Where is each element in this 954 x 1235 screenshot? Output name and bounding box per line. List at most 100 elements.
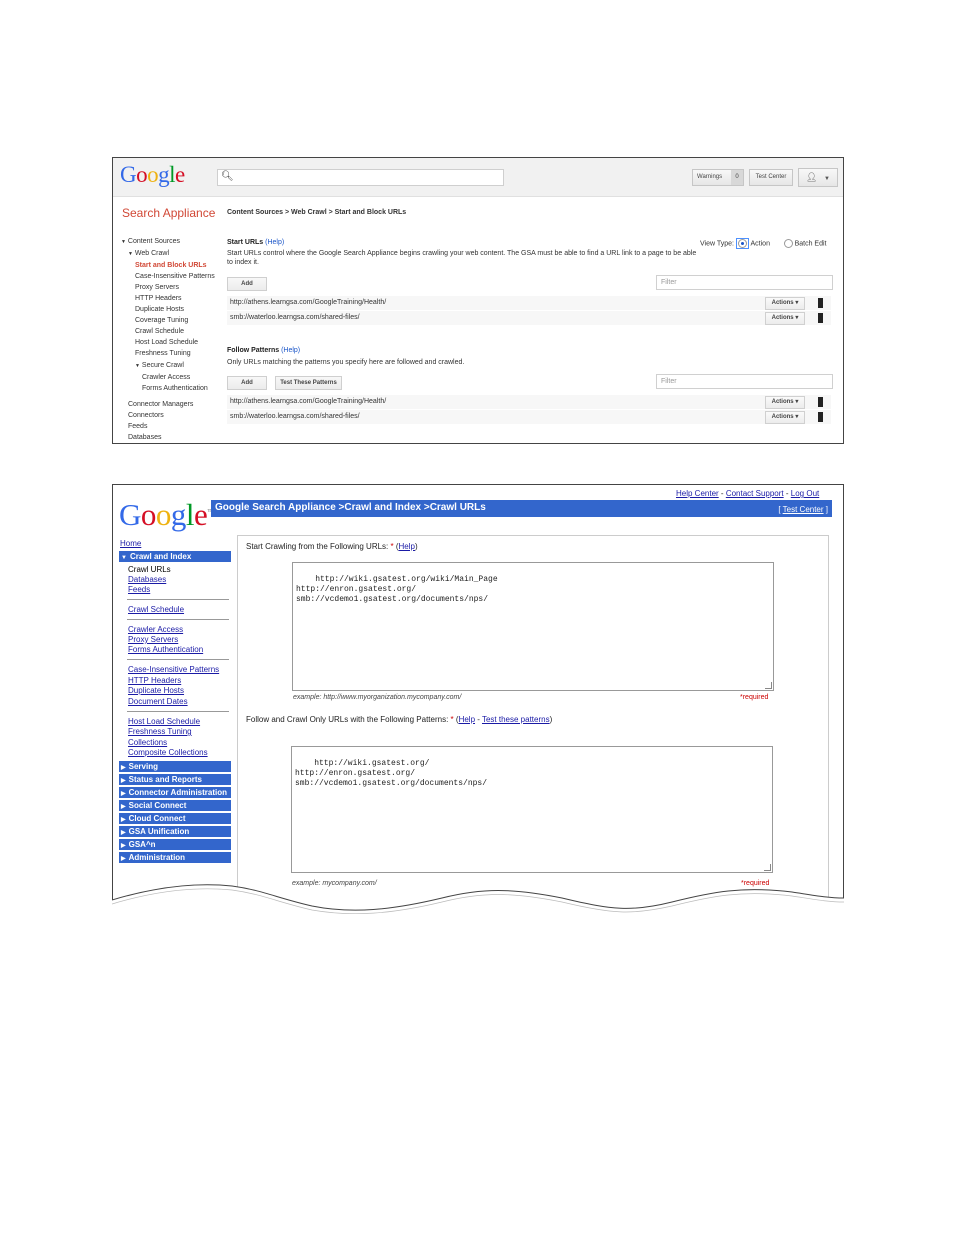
resize-grip-icon[interactable] <box>764 864 771 871</box>
sidebar-item-duplicate-hosts[interactable]: Duplicate Hosts <box>128 686 184 695</box>
follow-patterns-textarea[interactable]: http://wiki.gsatest.org/ http://enron.gs… <box>291 746 773 873</box>
row-url[interactable]: smb://waterloo.learngsa.com/shared-files… <box>230 314 360 321</box>
chevron-down-icon: ▼ <box>824 176 830 182</box>
test-patterns-button[interactable]: Test These Patterns <box>275 376 342 390</box>
test-center-button[interactable]: Test Center <box>749 169 793 186</box>
row-url[interactable]: http://athens.learngsa.com/GoogleTrainin… <box>230 398 386 405</box>
link-separator: - <box>720 489 724 498</box>
sidebar-item-crawl-schedule[interactable]: Crawl Schedule <box>135 328 184 335</box>
trash-icon[interactable] <box>818 313 823 323</box>
warnings-button[interactable]: Warnings 0 <box>692 169 744 186</box>
help-center-link[interactable]: Help Center <box>676 489 719 498</box>
actions-dropdown[interactable]: Actions ▾ <box>765 411 805 424</box>
actions-dropdown[interactable]: Actions ▾ <box>765 396 805 409</box>
sidebar-item-forms-auth[interactable]: Forms Authentication <box>128 645 203 654</box>
sidebar-item-http-headers[interactable]: HTTP Headers <box>135 295 182 302</box>
test-center-link[interactable]: Test Center <box>783 505 824 514</box>
sidebar-section-social-connect[interactable]: ▶ Social Connect <box>119 800 231 811</box>
search-input[interactable]: 🔍︎ <box>217 169 504 186</box>
start-urls-add-button[interactable]: Add <box>227 277 267 291</box>
sidebar-item-connector-managers[interactable]: Connector Managers <box>128 401 193 408</box>
actions-dropdown[interactable]: Actions ▾ <box>765 312 805 325</box>
sidebar-section-serving[interactable]: ▶ Serving <box>119 761 231 772</box>
chevron-down-icon: ▼ <box>121 555 127 561</box>
sidebar-item-proxy-servers[interactable]: Proxy Servers <box>135 284 179 291</box>
trash-icon[interactable] <box>818 412 823 422</box>
sidebar-item-crawler-access[interactable]: Crawler Access <box>128 625 183 634</box>
sidebar-section-status-reports[interactable]: ▶ Status and Reports <box>119 774 231 785</box>
sidebar-item-freshness[interactable]: Freshness Tuning <box>135 350 191 357</box>
sidebar-section-crawl-index[interactable]: ▼ Crawl and Index <box>119 551 231 562</box>
required-star: * <box>390 542 394 551</box>
sidebar-item-databases[interactable]: Databases <box>128 434 161 441</box>
top-links: Help Center - Contact Support - Log Out <box>676 489 819 498</box>
trash-icon[interactable] <box>818 397 823 407</box>
trash-icon[interactable] <box>818 298 823 308</box>
action-radio[interactable] <box>737 239 747 248</box>
row-url[interactable]: http://athens.learngsa.com/GoogleTrainin… <box>230 299 386 306</box>
actions-dropdown[interactable]: Actions ▾ <box>765 297 805 310</box>
sidebar-item-start-block-urls[interactable]: Start and Block URLs <box>135 262 207 269</box>
sidebar-item-case-insensitive[interactable]: Case-Insensitive Patterns <box>128 665 219 674</box>
sidebar-item-crawl-urls[interactable]: Crawl URLs <box>128 565 171 574</box>
sidebar-item-duplicate-hosts[interactable]: Duplicate Hosts <box>135 306 184 313</box>
sidebar-item-forms-auth[interactable]: Forms Authentication <box>142 385 208 392</box>
contact-support-link[interactable]: Contact Support <box>726 489 784 498</box>
start-urls-textarea[interactable]: http://wiki.gsatest.org/wiki/Main_Page h… <box>292 562 774 691</box>
start-urls-help-link[interactable]: Help <box>399 542 415 551</box>
log-out-link[interactable]: Log Out <box>791 489 819 498</box>
follow-patterns-filter-input[interactable]: Filter <box>656 374 833 389</box>
action-radio-wrapper[interactable] <box>735 238 749 249</box>
sidebar-item-host-load[interactable]: Host Load Schedule <box>128 717 200 726</box>
sidebar-item-home[interactable]: Home <box>120 539 141 548</box>
sidebar-item-proxy-servers[interactable]: Proxy Servers <box>128 635 178 644</box>
google-logo[interactable]: Google™ <box>119 497 214 533</box>
chevron-right-icon: ▶ <box>121 843 126 849</box>
sidebar-section-connector-admin[interactable]: ▶ Connector Administration <box>119 787 231 798</box>
resize-grip-icon[interactable] <box>765 682 772 689</box>
follow-patterns-add-button[interactable]: Add <box>227 376 267 390</box>
sidebar-item-feeds[interactable]: Feeds <box>128 585 150 594</box>
test-these-patterns-link[interactable]: Test these patterns <box>482 715 550 724</box>
sidebar-section-label: Administration <box>128 853 186 862</box>
sidebar-section-gsa-unification[interactable]: ▶ GSA Unification <box>119 826 231 837</box>
sidebar-item-connectors[interactable]: Connectors <box>128 412 164 419</box>
start-urls-description: Start URLs control where the Google Sear… <box>227 250 697 266</box>
sidebar-section-administration[interactable]: ▶ Administration <box>119 852 231 863</box>
row-url[interactable]: smb://waterloo.learngsa.com/shared-files… <box>230 413 360 420</box>
table-row: smb://waterloo.learngsa.com/shared-files… <box>227 410 831 424</box>
sidebar-divider <box>127 659 229 660</box>
sidebar-section-cloud-connect[interactable]: ▶ Cloud Connect <box>119 813 231 824</box>
chevron-down-icon: ▼ <box>128 251 133 257</box>
label-text: Follow and Crawl Only URLs with the Foll… <box>246 715 449 724</box>
start-urls-help-link[interactable]: (Help) <box>265 239 284 246</box>
warnings-count: 0 <box>731 170 743 185</box>
sidebar-item-document-dates[interactable]: Document Dates <box>128 697 188 706</box>
user-menu-button[interactable]: 👤︎ ▼ <box>798 168 838 187</box>
chevron-right-icon: ▶ <box>121 765 126 771</box>
sidebar-item-composite[interactable]: Composite Collections <box>128 748 208 757</box>
sidebar-item-freshness[interactable]: Freshness Tuning <box>128 727 192 736</box>
sidebar-item-collections[interactable]: Collections <box>128 738 167 747</box>
sidebar-item-content-sources[interactable]: ▼ Content Sources <box>121 238 180 245</box>
sidebar-item-crawl-schedule[interactable]: Crawl Schedule <box>128 605 184 614</box>
sidebar-section-gsan[interactable]: ▶ GSA^n <box>119 839 231 850</box>
view-type-label: View Type: <box>700 240 734 248</box>
sidebar-item-web-crawl[interactable]: ▼ Web Crawl <box>128 250 169 257</box>
sidebar-item-crawler-access[interactable]: Crawler Access <box>142 374 190 381</box>
sidebar-item-http-headers[interactable]: HTTP Headers <box>128 676 181 685</box>
follow-patterns-help-link[interactable]: Help <box>459 715 475 724</box>
required-star: * <box>450 715 454 724</box>
follow-patterns-help-link[interactable]: (Help) <box>281 347 300 354</box>
sidebar-item-coverage-tuning[interactable]: Coverage Tuning <box>135 317 188 324</box>
batch-edit-radio[interactable] <box>783 239 793 248</box>
sidebar-item-case-insensitive[interactable]: Case-Insensitive Patterns <box>135 273 215 280</box>
google-logo[interactable]: Google <box>120 162 185 188</box>
sidebar-item-feeds[interactable]: Feeds <box>128 423 147 430</box>
sidebar-item-secure-crawl[interactable]: ▼ Secure Crawl <box>135 362 184 369</box>
actions-label: Actions <box>771 414 794 420</box>
sidebar-item-databases[interactable]: Databases <box>128 575 166 584</box>
start-urls-filter-input[interactable]: Filter <box>656 275 833 290</box>
follow-patterns-description: Only URLs matching the patterns you spec… <box>227 359 465 366</box>
sidebar-item-host-load[interactable]: Host Load Schedule <box>135 339 198 346</box>
